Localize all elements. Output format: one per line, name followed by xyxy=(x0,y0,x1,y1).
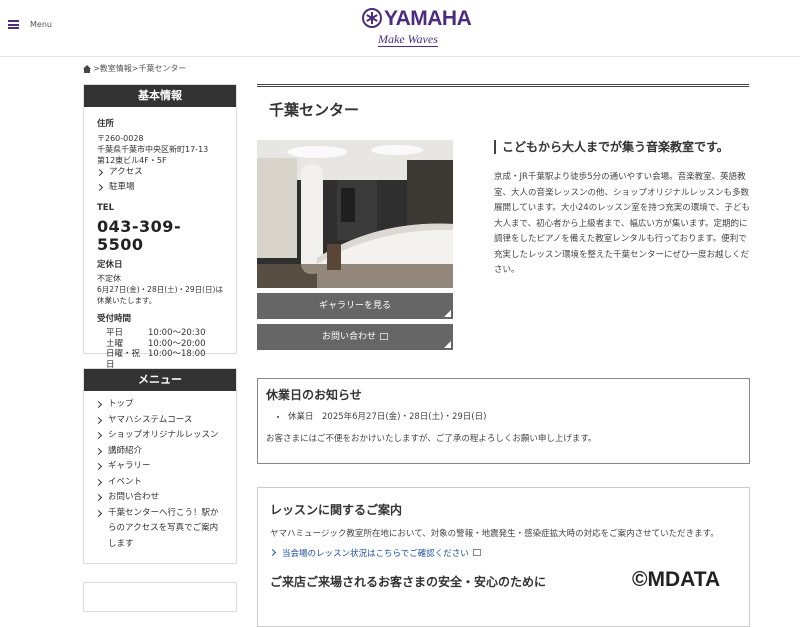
chevron-right-icon xyxy=(94,431,103,440)
menu-item-label: お問い合わせ xyxy=(108,492,160,502)
tel-number[interactable]: 043-309-5500 xyxy=(97,218,223,254)
hamburger-icon xyxy=(8,20,19,29)
home-icon[interactable] xyxy=(83,64,91,73)
closed-label: 定休日 xyxy=(97,260,123,270)
menu-item-contact[interactable]: お問い合わせ xyxy=(94,490,224,506)
chevron-right-icon xyxy=(94,478,103,486)
notice-title: 休業日のお知らせ xyxy=(266,388,362,402)
lesson-status-link[interactable]: 当会場のレッスン状況はこちらでご確認ください xyxy=(268,547,737,559)
menu-button[interactable]: Menu xyxy=(8,20,52,29)
basic-info-box: 基本情報 住所 〒260-0028 千葉県千葉市中央区新町17-13 第12東ビ… xyxy=(83,84,237,370)
lobby-illustration xyxy=(257,140,453,288)
closure-notice: 休業日のお知らせ 休業日 2025年6月27日(金)・28日(土)・29日(日)… xyxy=(257,378,750,464)
notice-text: お客さまにはご不便をおかけいたしますが、ご了承の程よろしくお願い申し上げます。 xyxy=(266,434,597,444)
logo-word: YAMAHA xyxy=(384,7,472,30)
contact-button[interactable]: お問い合わせ xyxy=(257,324,453,350)
closed-value: 不定休 xyxy=(97,274,121,283)
notice-item: 休業日 2025年6月27日(金)・28日(土)・29日(日) xyxy=(288,412,741,422)
gallery-button[interactable]: ギャラリーを見る xyxy=(257,293,453,319)
chevron-right-icon xyxy=(95,183,104,192)
chevron-right-icon xyxy=(94,400,103,409)
lesson-info-box: レッスンに関するご案内 ヤマハミュージック教室所在地において、対象の警報・地震発… xyxy=(257,487,750,627)
external-link-icon xyxy=(380,333,388,340)
page-title-block: 千葉センター xyxy=(257,84,749,120)
menu-item-label: ヤマハシステムコース xyxy=(108,414,193,425)
hours-time: 10:00〜20:30 xyxy=(148,328,206,338)
hours-label: 受付時間 xyxy=(97,314,132,324)
logo-tagline: Make Waves xyxy=(378,32,438,47)
menu-item-gallery[interactable]: ギャラリー xyxy=(94,459,224,475)
lesson-info-text: ヤマハミュージック教室所在地において、対象の警報・地震発生・感染症拡大時の対応を… xyxy=(270,529,719,539)
breadcrumb-separator: > xyxy=(93,64,100,73)
menu-item-top[interactable]: トップ xyxy=(94,397,224,413)
menu-item-label: ショップオリジナルレッスン xyxy=(108,430,219,440)
menu-item-label: ギャラリー xyxy=(108,461,151,471)
address-line1: 千葉県千葉市中央区新町17-13 xyxy=(97,145,209,154)
tuning-fork-icon xyxy=(362,8,382,28)
menu-item-label: 千葉センターへ行こう！駅からのアクセスを写真でご案内します xyxy=(108,507,219,549)
breadcrumb: > 教室情報 > 千葉センター xyxy=(83,63,186,74)
chevron-right-icon xyxy=(94,447,103,455)
chevron-right-icon xyxy=(94,493,103,502)
address-label: 住所 xyxy=(97,119,115,129)
menu-item-system-course[interactable]: ヤマハシステムコース xyxy=(94,413,224,429)
menu-item-label: 講師紹介 xyxy=(108,445,143,456)
hours-day: 平日 xyxy=(106,328,124,338)
hours-time: 10:00〜20:00 xyxy=(148,338,206,349)
intro-title: こどもから大人までが集う音楽教室です。 xyxy=(494,140,756,154)
hours-table: 平日 10:00〜20:30 土曜 10:00〜20:00 日曜・祝日 10:00〜1… xyxy=(97,328,223,370)
hours-day: 日曜・祝日 xyxy=(106,349,141,370)
postal-code: 〒260-0028 xyxy=(97,134,144,143)
hours-day: 土曜 xyxy=(106,338,124,349)
breadcrumb-current: 千葉センター xyxy=(138,64,187,73)
lesson-status-link-label: 当会場のレッスン状況はこちらでご確認ください xyxy=(282,548,469,559)
tel-label: TEL xyxy=(97,203,115,213)
sidebar-extra-box xyxy=(83,582,237,612)
parking-link[interactable]: 駐車場 xyxy=(95,182,223,193)
access-link[interactable]: アクセス xyxy=(95,167,223,178)
chevron-right-icon xyxy=(94,416,103,424)
menu-item-teachers[interactable]: 講師紹介 xyxy=(94,444,224,460)
chevron-right-icon xyxy=(94,462,103,471)
access-link-label: アクセス xyxy=(109,167,143,177)
menu-heading: メニュー xyxy=(84,369,236,391)
breadcrumb-classroom-info[interactable]: 教室情報 xyxy=(100,63,132,74)
chevron-right-icon xyxy=(94,509,103,517)
chevron-right-icon xyxy=(268,548,277,557)
intro-text: 京成・JR千葉駅より徒歩5分の通いやすい会場。音楽教室、英語教室、大人の音楽レッ… xyxy=(494,172,750,275)
breadcrumb-separator: > xyxy=(131,64,139,73)
menu-item-events[interactable]: イベント xyxy=(94,475,224,491)
closed-note: 6月27日(金)・28日(土)・29日(日)は休業いたします。 xyxy=(97,285,223,305)
menu-box: メニュー トップ ヤマハシステムコース ショップオリジナルレッスン 講師紹介 ギ… xyxy=(83,368,237,564)
menu-label: Menu xyxy=(30,20,52,29)
center-photo xyxy=(257,140,453,288)
menu-item-label: トップ xyxy=(108,399,134,409)
gallery-button-label: ギャラリーを見る xyxy=(318,301,391,311)
parking-link-label: 駐車場 xyxy=(109,182,135,192)
yamaha-logo[interactable]: YAMAHA Make Waves xyxy=(362,8,472,50)
contact-button-label: お問い合わせ xyxy=(321,332,376,342)
page-title: 千葉センター xyxy=(269,101,360,119)
menu-item-label: イベント xyxy=(108,476,143,487)
lesson-info-title: レッスンに関するご案内 xyxy=(270,503,403,517)
menu-item-original-lesson[interactable]: ショップオリジナルレッスン xyxy=(94,428,224,444)
address-line2: 第12東ビル4F・5F xyxy=(97,156,167,165)
menu-item-access-guide[interactable]: 千葉センターへ行こう！駅からのアクセスを写真でご案内します xyxy=(94,506,224,553)
watermark: ©MDATA xyxy=(632,568,721,591)
site-header: Menu YAMAHA Make Waves xyxy=(0,0,800,57)
chevron-right-icon xyxy=(95,168,104,177)
external-link-icon xyxy=(472,549,481,556)
basic-info-heading: 基本情報 xyxy=(84,85,236,107)
hours-time: 10:00〜18:00 xyxy=(148,349,206,359)
